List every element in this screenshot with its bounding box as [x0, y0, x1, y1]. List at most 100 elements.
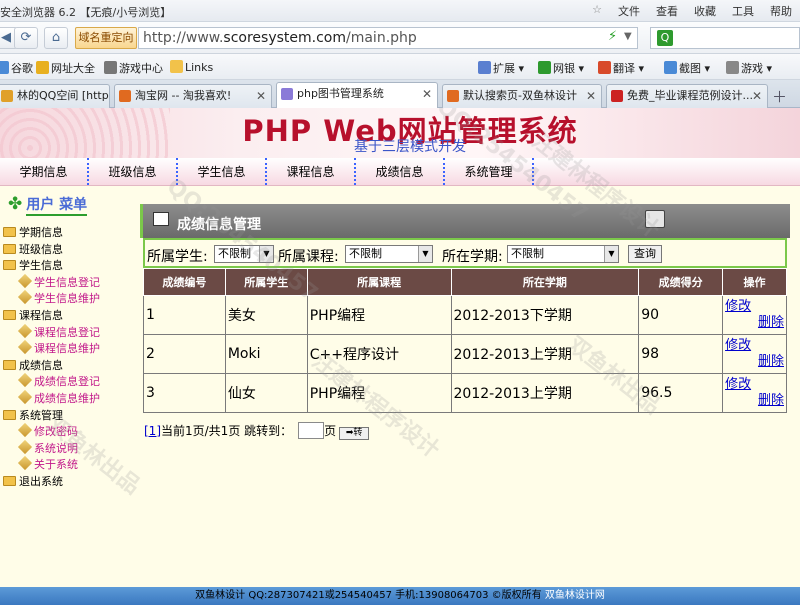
- nav-score[interactable]: 成绩信息: [356, 158, 445, 185]
- nav-term[interactable]: 学期信息: [0, 158, 89, 185]
- close-icon[interactable]: ✕: [586, 85, 596, 107]
- page-viewport: PHP Web网站管理系统 基于三层模式开发 学期信息 班级信息 学生信息 课程…: [0, 108, 800, 605]
- course-icon: [611, 90, 623, 102]
- sidebar-item-system[interactable]: 系统管理: [3, 408, 100, 425]
- menu-view[interactable]: 查看: [656, 3, 678, 19]
- redirect-button[interactable]: 域名重定向: [75, 27, 137, 49]
- close-icon[interactable]: ✕: [422, 83, 432, 105]
- fav-links[interactable]: Links: [170, 60, 213, 74]
- table-row: 3 仙女 PHP编程 2012-2013上学期 96.5 修改 删除: [143, 373, 787, 413]
- tool-extensions[interactable]: 扩展 ▾: [478, 60, 524, 76]
- home-icon[interactable]: ⌂: [44, 27, 68, 49]
- cell-id: 1: [143, 295, 226, 335]
- term-filter-label: 所在学期:: [442, 249, 503, 265]
- menu-favorites[interactable]: 收藏: [694, 3, 716, 19]
- browser-titlebar: 安全浏览器 6.2 【无痕/小号浏览】 ☆ 文件 查看 收藏 工具 帮助: [0, 0, 800, 22]
- sidebar-item-course-add[interactable]: 课程信息登记: [3, 323, 100, 342]
- sidebar-item-term[interactable]: 学期信息: [3, 225, 100, 242]
- sidebar-item-about[interactable]: 关于系统: [3, 456, 100, 474]
- table-row: 1 美女 PHP编程 2012-2013下学期 90 修改 删除: [143, 295, 787, 335]
- tab-qq-space[interactable]: 林的QQ空间 [http:: [0, 84, 110, 108]
- search-engine-icon[interactable]: Q: [657, 30, 673, 46]
- sidebar-item-course[interactable]: 课程信息: [3, 308, 100, 325]
- sidebar-heading: ✤ 用户 菜单: [8, 194, 88, 216]
- nav-course[interactable]: 课程信息: [267, 158, 356, 185]
- col-score: 成绩得分: [638, 268, 724, 296]
- jump-page-input[interactable]: [298, 422, 325, 439]
- menu-file[interactable]: 文件: [618, 3, 640, 19]
- refresh-icon[interactable]: ⟳: [14, 27, 38, 49]
- cell-course: C++程序设计: [306, 334, 452, 374]
- tool-games[interactable]: 游戏 ▾: [726, 60, 772, 76]
- edit-link[interactable]: 修改: [723, 377, 786, 393]
- nav-student[interactable]: 学生信息: [178, 158, 267, 185]
- tab-course[interactable]: 免费_毕业课程范例设计... ✕: [606, 84, 768, 108]
- site-subtitle: 基于三层模式开发: [354, 139, 466, 155]
- nav-class[interactable]: 班级信息: [89, 158, 178, 185]
- sidebar-item-score-manage[interactable]: 成绩信息维护: [3, 389, 100, 408]
- menu-tools[interactable]: 工具: [732, 3, 754, 19]
- cell-ops: 修改 删除: [722, 295, 787, 335]
- page-icon: [17, 439, 33, 454]
- chevron-down-icon: ▼: [418, 246, 432, 262]
- url-path: /main.php: [346, 30, 417, 46]
- jump-go-button[interactable]: ➡转: [339, 427, 370, 440]
- sidebar-item-logout[interactable]: 退出系统: [3, 474, 100, 491]
- sidebar-item-student-manage[interactable]: 学生信息维护: [3, 290, 100, 308]
- query-button[interactable]: 查询: [628, 245, 662, 263]
- cell-ops: 修改 删除: [722, 334, 787, 374]
- sidebar-item-change-password[interactable]: 修改密码: [3, 423, 100, 441]
- menu-help[interactable]: 帮助: [770, 3, 792, 19]
- extension-icon: [478, 61, 491, 74]
- term-filter-select[interactable]: 不限制 ▼: [507, 245, 619, 263]
- chevron-down-icon[interactable]: ▼: [624, 28, 636, 46]
- sidebar-item-score[interactable]: 成绩信息: [3, 358, 100, 375]
- footer-link[interactable]: 双鱼林设计网: [545, 590, 605, 601]
- page-link-1[interactable]: [1]: [144, 424, 161, 438]
- sidebar-item-course-manage[interactable]: 课程信息维护: [3, 340, 100, 358]
- favorite-star-icon[interactable]: ☆: [592, 3, 602, 19]
- tab-php-system[interactable]: php图书管理系统 ✕: [276, 82, 438, 109]
- tool-screenshot[interactable]: 截图 ▾: [664, 60, 710, 76]
- go-icon[interactable]: ⚡: [608, 28, 622, 46]
- site-banner: PHP Web网站管理系统 基于三层模式开发: [0, 108, 800, 158]
- cell-student: 美女: [224, 295, 308, 335]
- sidebar-item-student[interactable]: 学生信息: [3, 258, 100, 275]
- folder-icon: [3, 359, 16, 370]
- folder-icon: [3, 409, 16, 420]
- fav-nav[interactable]: 网址大全: [36, 60, 95, 76]
- fav-games[interactable]: 游戏中心: [104, 60, 163, 76]
- tab-search[interactable]: 默认搜索页-双鱼林设计 ✕: [442, 84, 602, 108]
- tool-translate[interactable]: 翻译 ▾: [598, 60, 644, 76]
- sidebar-item-class[interactable]: 班级信息: [3, 242, 100, 259]
- fav-google[interactable]: 谷歌: [0, 60, 33, 76]
- edit-link[interactable]: 修改: [723, 338, 786, 354]
- course-filter-label: 所属课程:: [278, 249, 339, 265]
- delete-link[interactable]: 删除: [723, 354, 786, 370]
- student-filter-select[interactable]: 不限制 ▼: [214, 245, 274, 263]
- tool-bank[interactable]: 网银 ▾: [538, 60, 584, 76]
- delete-link[interactable]: 删除: [723, 393, 786, 409]
- sidebar-item-system-info[interactable]: 系统说明: [3, 439, 100, 458]
- sidebar-item-student-add[interactable]: 学生信息登记: [3, 273, 100, 292]
- close-icon[interactable]: ✕: [752, 85, 762, 107]
- edit-link[interactable]: 修改: [723, 299, 786, 315]
- folder-icon: [3, 227, 16, 237]
- search-input[interactable]: Q: [650, 27, 800, 49]
- close-icon[interactable]: ✕: [256, 85, 266, 107]
- col-id: 成绩编号: [143, 268, 226, 296]
- document-icon: [153, 212, 169, 226]
- window-title: 安全浏览器 6.2 【无痕/小号浏览】: [0, 6, 172, 19]
- tab-taobao[interactable]: 淘宝网 -- 淘我喜欢! ✕: [114, 84, 272, 108]
- printer-icon[interactable]: [645, 210, 665, 228]
- col-ops: 操作: [722, 268, 787, 296]
- course-filter-select[interactable]: 不限制 ▼: [345, 245, 433, 263]
- cell-score: 96.5: [638, 373, 724, 413]
- new-tab-icon[interactable]: ＋: [772, 86, 787, 107]
- nav-system[interactable]: 系统管理: [445, 158, 534, 185]
- panel-header: 成绩信息管理: [140, 204, 790, 238]
- delete-link[interactable]: 删除: [723, 315, 786, 331]
- sidebar-item-score-add[interactable]: 成绩信息登记: [3, 373, 100, 391]
- address-bar[interactable]: http://www.scoresystem.com/main.php: [138, 27, 638, 49]
- folder-icon: [3, 309, 16, 320]
